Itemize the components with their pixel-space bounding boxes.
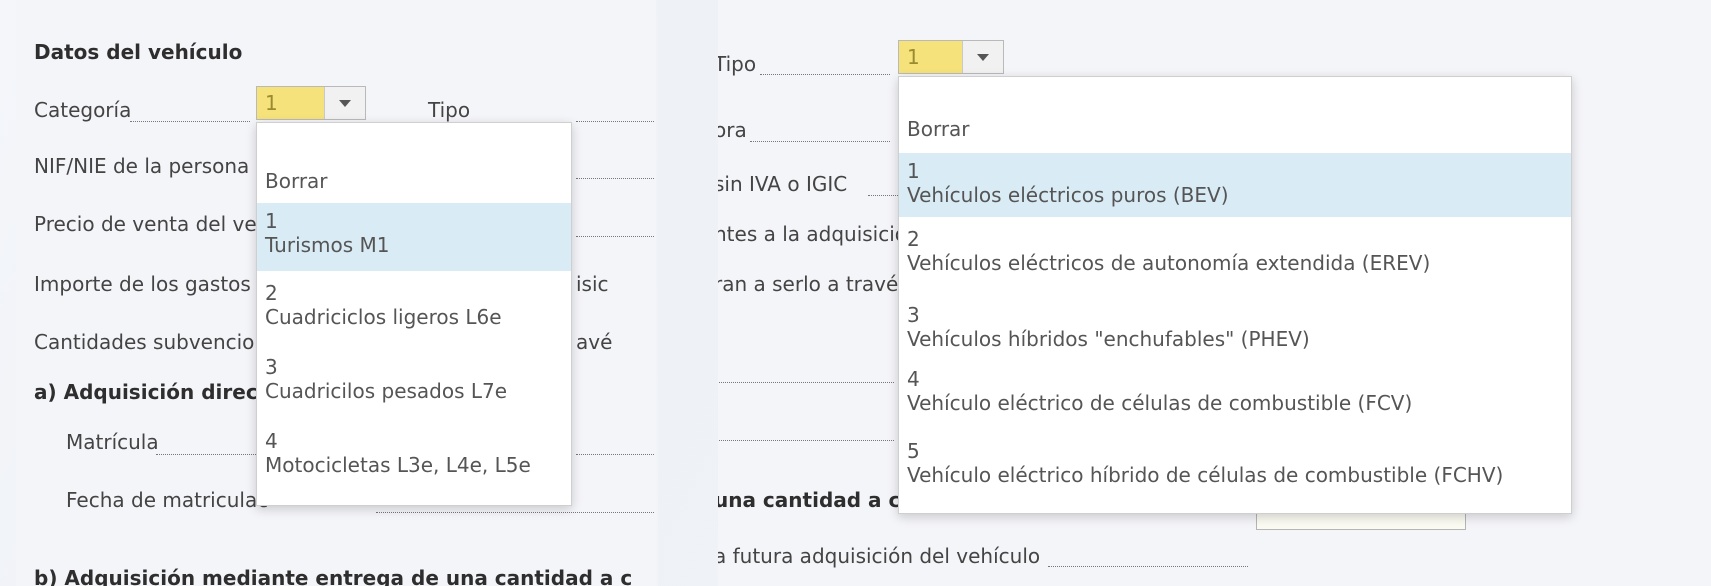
futura-adquisicion-label: a futura adquisición del vehículo [718, 544, 1041, 568]
dotted-leader [760, 74, 890, 75]
ora-label: ora [718, 118, 747, 142]
section-title: Datos del vehículo [34, 40, 243, 64]
dotted-leader [576, 236, 654, 237]
dropdown-option[interactable]: 4 Vehículo eléctrico de células de combu… [899, 367, 1571, 423]
importe-label: Importe de los gastos [34, 272, 251, 296]
dotted-leader [1048, 566, 1248, 567]
dotted-leader [130, 121, 250, 122]
dropdown-option[interactable]: 3 Cuadricilos pesados L7e [257, 355, 571, 411]
dropdown-option-clear[interactable]: Borrar [899, 117, 1571, 151]
vehicle-data-form-right: Tipo 1 ora sin IVA o IGIC ntes a la adqu… [718, 0, 1711, 586]
adquisicion-directa-heading: a) Adquisición direct [34, 380, 268, 404]
dropdown-option[interactable]: 1 Vehículos eléctricos puros (BEV) [899, 153, 1571, 217]
dotted-leader [576, 454, 654, 455]
importe-label-tail: isic [576, 272, 609, 296]
categoria-label: Categoría [34, 98, 132, 122]
dotted-leader [576, 178, 654, 179]
chevron-down-icon[interactable] [962, 41, 1003, 73]
dropdown-option[interactable]: 5 Vehículo eléctrico híbrido de células … [899, 439, 1571, 495]
dropdown-option[interactable]: 2 Cuadriciclos ligeros L6e [257, 281, 571, 337]
dotted-leader [376, 512, 654, 513]
dropdown-option-clear[interactable]: Borrar [257, 169, 571, 203]
cantidades-label: Cantidades subvencio [34, 330, 255, 354]
dotted-leader [576, 121, 654, 122]
fecha-matriculacion-label: Fecha de matriculac [66, 488, 269, 512]
categoria-dropdown: Borrar 1 Turismos M1 2 Cuadriciclos lige… [256, 122, 572, 506]
precio-label: Precio de venta del ve [34, 212, 257, 236]
tipo-label: Tipo [718, 52, 757, 76]
cantidades-label-tail: avé [576, 330, 613, 354]
adquisicion-entrega-heading: b) Adquisición mediante entrega de una c… [34, 566, 633, 586]
nif-label: NIF/NIE de la persona [34, 154, 250, 178]
dropdown-option[interactable]: 1 Turismos M1 [257, 203, 571, 271]
dotted-leader [718, 440, 894, 441]
dropdown-option[interactable]: 3 Vehículos híbridos "enchufables" (PHEV… [899, 303, 1571, 359]
dotted-leader [868, 195, 898, 196]
dotted-leader [718, 382, 894, 383]
tipo-selected-value: 1 [899, 41, 967, 73]
dropdown-option[interactable]: 4 Motocicletas L3e, L4e, L5e [257, 429, 571, 485]
categoria-selected-value: 1 [257, 87, 325, 119]
matricula-label: Matrícula [66, 430, 159, 454]
categoria-select[interactable]: 1 [256, 86, 366, 120]
chevron-down-icon[interactable] [324, 87, 365, 119]
vehicle-data-form-left: Datos del vehículo Categoría 1 Tipo NIF/… [16, 0, 656, 586]
sin-iva-label: sin IVA o IGIC [718, 172, 848, 196]
dotted-leader [750, 141, 890, 142]
dotted-leader [156, 454, 256, 455]
tipo-label: Tipo [428, 98, 471, 122]
tipo-select[interactable]: 1 [898, 40, 1004, 74]
dropdown-option[interactable]: 2 Vehículos eléctricos de autonomía exte… [899, 227, 1571, 283]
tipo-dropdown: Borrar 1 Vehículos eléctricos puros (BEV… [898, 76, 1572, 514]
